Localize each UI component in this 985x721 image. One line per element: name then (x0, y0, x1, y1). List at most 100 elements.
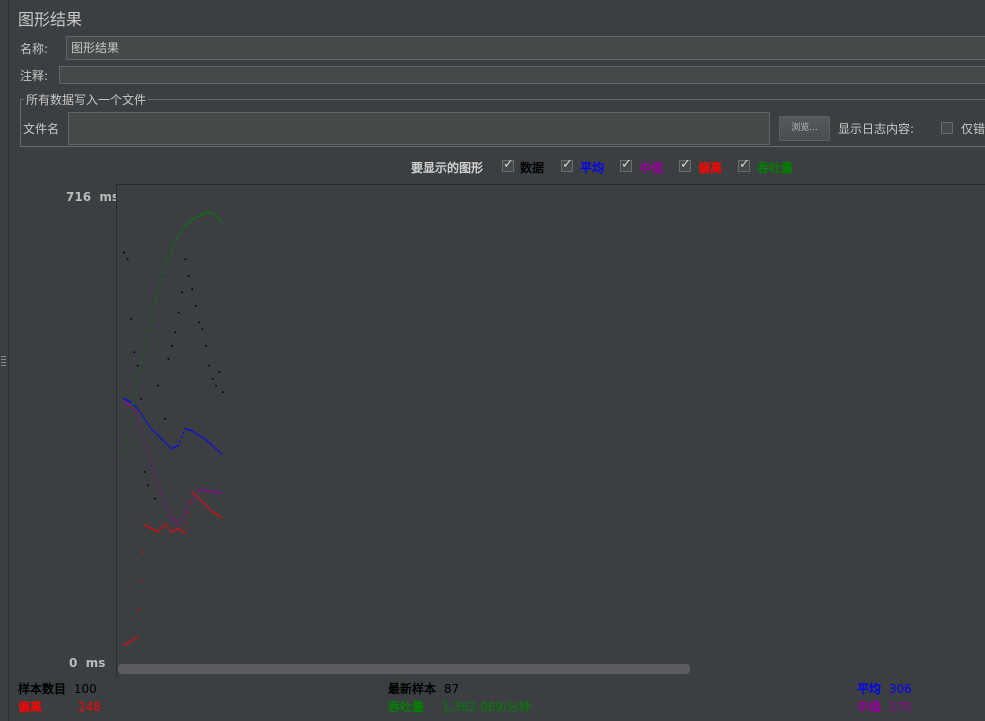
series-point-3 (193, 492, 195, 495)
data-point (174, 331, 176, 334)
show-throughput-checkbox[interactable] (738, 157, 750, 172)
series-point-3 (126, 642, 129, 644)
series-point-2 (210, 490, 212, 493)
series-point-2 (131, 408, 134, 410)
series-point-4 (208, 211, 210, 214)
series-point-1 (137, 408, 139, 410)
series-point-1 (189, 429, 192, 431)
graphs-to-show-label: 要显示的图形 (411, 161, 484, 175)
series-point-3 (176, 528, 178, 530)
series-point-4 (133, 394, 136, 397)
series-point-3 (186, 522, 188, 524)
splitter-grip-icon[interactable] (1, 356, 6, 368)
data-point (188, 275, 190, 277)
series-point-2 (147, 452, 149, 455)
graph-scrollbar[interactable] (118, 664, 690, 674)
series-point-3 (160, 527, 163, 529)
series-point-1 (215, 447, 217, 450)
series-point-4 (174, 241, 176, 244)
data-point (157, 384, 159, 387)
stat-deviation: 偏离 248 (18, 698, 101, 715)
average-value: 306 (888, 682, 912, 696)
comment-field[interactable] (59, 66, 985, 84)
side-splitter[interactable] (0, 0, 9, 721)
series-point-3 (215, 513, 217, 515)
series-point-2 (205, 489, 207, 492)
series-point-2 (133, 411, 136, 413)
series-point-4 (131, 403, 134, 405)
series-point-4 (194, 216, 197, 219)
series-point-2 (126, 403, 129, 405)
series-point-3 (140, 580, 142, 582)
log-content-label: 显示日志内容: (838, 122, 915, 136)
series-point-2 (181, 517, 183, 520)
series-point-4 (130, 411, 132, 413)
series-point-2 (215, 491, 217, 494)
series-point-3 (167, 527, 170, 529)
series-point-1 (142, 415, 144, 417)
series-point-2 (157, 484, 159, 486)
data-point (167, 358, 170, 360)
errors-only-checkbox[interactable] (941, 122, 953, 134)
deviation-value: 248 (77, 700, 101, 714)
name-field[interactable]: 图形结果 (66, 36, 985, 60)
series-point-3 (177, 527, 180, 530)
graph-area (116, 184, 985, 678)
series-point-1 (191, 430, 193, 432)
series-point-1 (164, 441, 166, 443)
y-axis-max-value: 716 (66, 190, 92, 204)
series-point-3 (194, 494, 197, 496)
series-point-3 (203, 502, 205, 505)
series-point-1 (174, 446, 176, 448)
series-point-4 (165, 261, 168, 263)
series-point-3 (211, 511, 214, 513)
series-point-1 (188, 429, 190, 431)
series-point-2 (154, 474, 156, 476)
series-point-4 (123, 451, 125, 453)
median-value: 175 (888, 700, 912, 714)
series-point-4 (182, 227, 185, 230)
series-point-4 (137, 378, 139, 380)
series-point-4 (205, 211, 207, 214)
series-point-4 (138, 369, 141, 372)
series-point-4 (164, 265, 166, 267)
samples-value: 100 (73, 682, 97, 696)
series-point-1 (154, 431, 156, 433)
data-point (201, 328, 204, 330)
series-point-2 (135, 414, 137, 417)
series-point-1 (126, 399, 129, 402)
series-point-1 (213, 446, 215, 448)
file-name-field[interactable] (68, 112, 770, 145)
series-point-3 (169, 529, 171, 531)
show-average-checkbox[interactable] (561, 157, 573, 172)
series-point-3 (174, 529, 176, 531)
series-point-2 (199, 489, 202, 492)
data-point (198, 321, 200, 324)
median-label: 中值 (857, 700, 882, 714)
series-point-2 (220, 492, 222, 494)
series-point-2 (148, 458, 151, 461)
show-deviation-checkbox[interactable] (679, 157, 691, 172)
series-point-4 (160, 278, 163, 280)
show-median-checkbox[interactable] (620, 157, 632, 172)
samples-label: 样本数目 (18, 682, 67, 696)
browse-button[interactable]: 浏览... (779, 116, 830, 141)
series-point-2 (164, 504, 166, 506)
show-data-checkbox[interactable] (502, 157, 514, 172)
series-point-3 (143, 524, 146, 526)
series-point-1 (140, 413, 142, 415)
series-point-4 (191, 218, 193, 221)
series-point-1 (194, 432, 197, 434)
series-point-4 (154, 301, 156, 304)
series-point-4 (172, 245, 175, 247)
series-point-2 (155, 479, 158, 481)
series-point-1 (160, 438, 163, 440)
series-point-4 (157, 291, 159, 294)
series-point-1 (203, 438, 205, 440)
series-point-2 (203, 489, 205, 492)
series-point-3 (137, 636, 139, 638)
series-point-4 (126, 431, 129, 433)
series-point-1 (179, 440, 181, 442)
file-group-legend: 所有数据写入一个文件 (24, 91, 149, 108)
data-point (218, 371, 221, 374)
